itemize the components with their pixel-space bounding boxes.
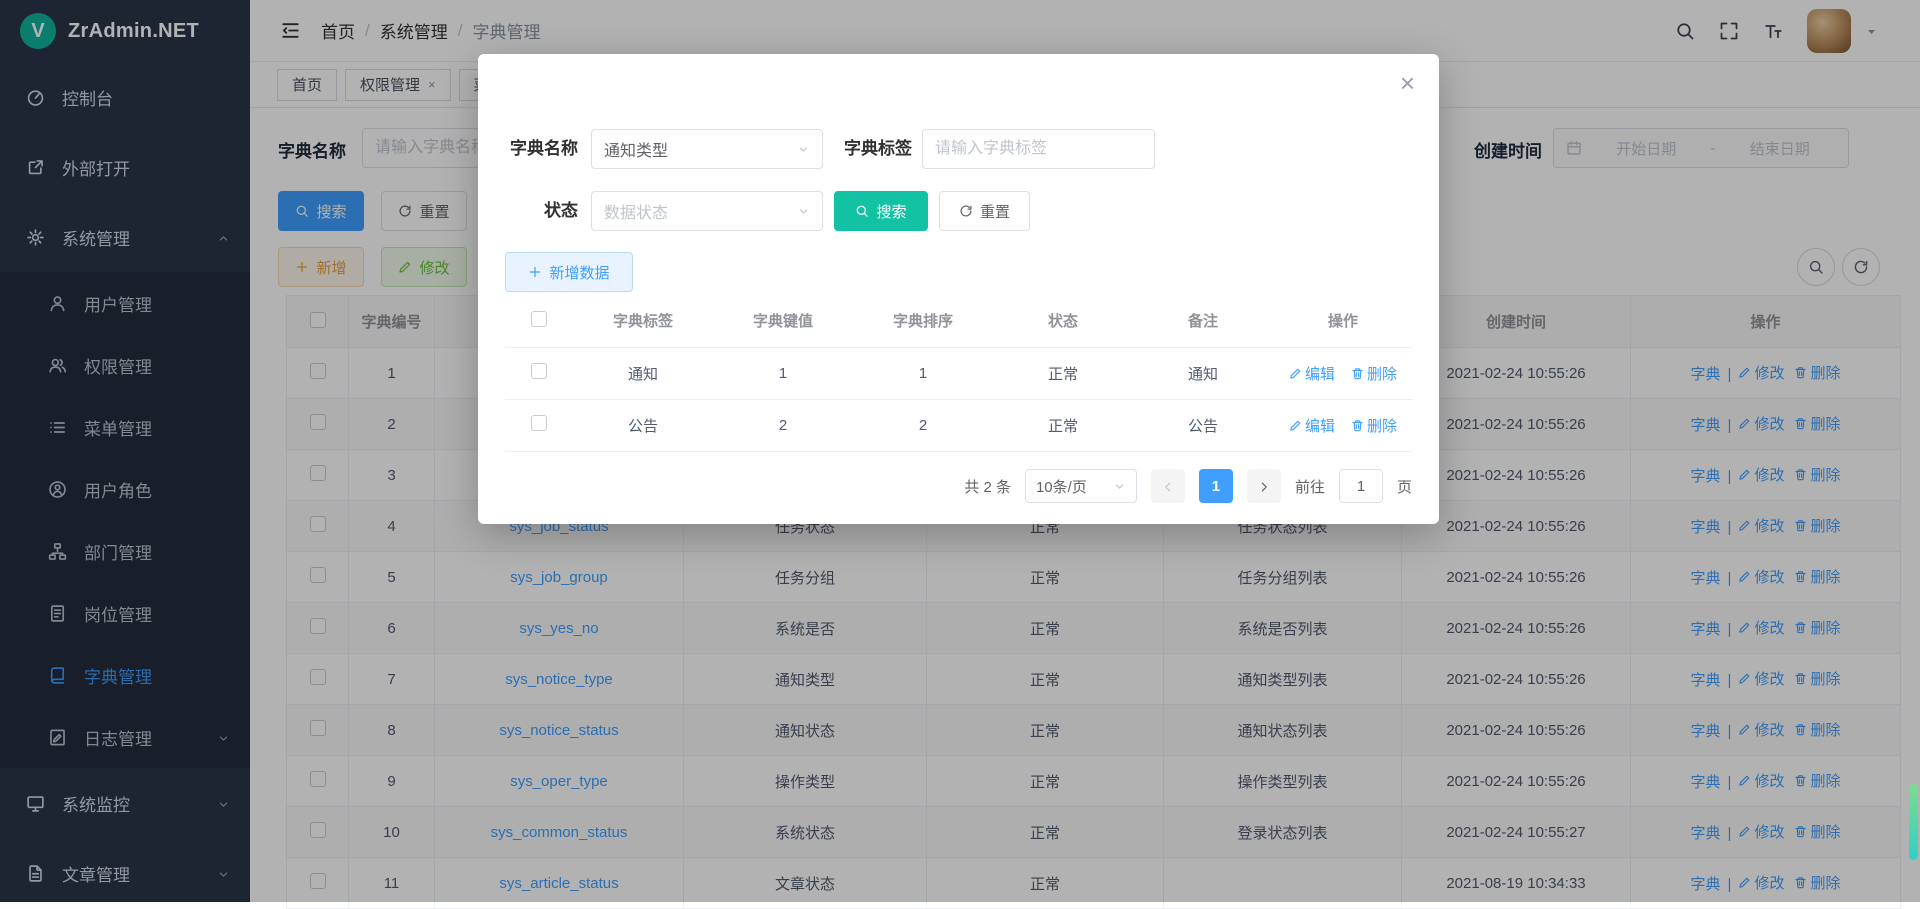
dict-data-table: 字典标签字典键值字典排序状态备注操作 通知11正常通知编辑删除公告22正常公告编… xyxy=(505,295,1413,452)
chevron-left-icon xyxy=(1161,478,1175,494)
dict-sort-cell: 1 xyxy=(853,347,993,399)
chevron-down-icon xyxy=(797,143,810,156)
table-row: 公告22正常公告编辑删除 xyxy=(505,399,1413,451)
column-header: 操作 xyxy=(1273,295,1413,347)
add-data-button[interactable]: 新增数据 xyxy=(505,252,633,292)
dict-sort-cell: 2 xyxy=(853,399,993,451)
column-header: 字典标签 xyxy=(573,295,713,347)
column-header: 字典键值 xyxy=(713,295,853,347)
modal-search-button-label: 搜索 xyxy=(876,201,906,222)
status-cell: 正常 xyxy=(993,347,1133,399)
page-unit-label: 页 xyxy=(1397,476,1412,497)
delete-link[interactable]: 删除 xyxy=(1351,415,1397,436)
modal-dict-name-label: 字典名称 xyxy=(498,129,578,169)
status-select-placeholder: 数据状态 xyxy=(604,199,668,223)
remark-cell: 通知 xyxy=(1133,347,1273,399)
dict-name-select[interactable]: 通知类型 xyxy=(591,129,823,169)
goto-label: 前往 xyxy=(1295,476,1325,497)
table-row: 通知11正常通知编辑删除 xyxy=(505,347,1413,399)
chevron-right-icon xyxy=(1257,478,1271,494)
edit-link[interactable]: 编辑 xyxy=(1289,415,1335,436)
modal-search-button[interactable]: 搜索 xyxy=(834,191,928,231)
search-icon xyxy=(855,204,869,218)
page-size-select[interactable]: 10条/页 xyxy=(1025,469,1137,503)
ops-cell: 编辑删除 xyxy=(1273,399,1413,451)
dict-data-modal: × 字典名称 通知类型 字典标签 状态 数据状态 搜索 重置 新增数据 字典标签… xyxy=(478,54,1439,524)
row-checkbox[interactable] xyxy=(531,363,547,379)
modal-reset-button-label: 重置 xyxy=(980,201,1010,222)
next-page-button[interactable] xyxy=(1247,469,1281,503)
edit-link[interactable]: 编辑 xyxy=(1289,363,1335,384)
delete-link[interactable]: 删除 xyxy=(1351,363,1397,384)
remark-cell: 公告 xyxy=(1133,399,1273,451)
page-size-value: 10条/页 xyxy=(1036,476,1087,497)
refresh-icon xyxy=(959,204,973,218)
page-1-button[interactable]: 1 xyxy=(1199,469,1233,503)
chevron-down-icon xyxy=(797,205,810,218)
modal-status-label: 状态 xyxy=(498,191,578,231)
column-header: 字典排序 xyxy=(853,295,993,347)
pagination: 共 2 条 10条/页 1 前往 页 xyxy=(505,469,1412,503)
status-cell: 正常 xyxy=(993,399,1133,451)
dict-value-cell: 2 xyxy=(713,399,853,451)
dict-label-cell: 通知 xyxy=(573,347,713,399)
column-header: 状态 xyxy=(993,295,1133,347)
table-header-row: 字典标签字典键值字典排序状态备注操作 xyxy=(505,295,1413,347)
goto-page-input[interactable] xyxy=(1339,469,1383,503)
select-all-checkbox[interactable] xyxy=(531,311,547,327)
total-count: 共 2 条 xyxy=(964,476,1011,497)
dict-label-cell: 公告 xyxy=(573,399,713,451)
column-header: 备注 xyxy=(1133,295,1273,347)
modal-reset-button[interactable]: 重置 xyxy=(939,191,1030,231)
dict-value-cell: 1 xyxy=(713,347,853,399)
scrollbar-thumb[interactable] xyxy=(1909,784,1918,860)
modal-dict-label-label: 字典标签 xyxy=(828,129,912,169)
dict-name-select-value: 通知类型 xyxy=(604,137,668,161)
close-icon[interactable]: × xyxy=(1400,70,1415,96)
status-select[interactable]: 数据状态 xyxy=(591,191,823,231)
dict-data-table-wrap: 字典标签字典键值字典排序状态备注操作 通知11正常通知编辑删除公告22正常公告编… xyxy=(505,295,1413,452)
dict-data-table-body: 通知11正常通知编辑删除公告22正常公告编辑删除 xyxy=(505,347,1413,451)
dict-data-table-head: 字典标签字典键值字典排序状态备注操作 xyxy=(505,295,1413,347)
row-checkbox[interactable] xyxy=(531,415,547,431)
dict-label-input[interactable] xyxy=(922,129,1155,169)
prev-page-button[interactable] xyxy=(1151,469,1185,503)
plus-icon xyxy=(528,265,542,279)
add-data-button-label: 新增数据 xyxy=(549,262,609,283)
chevron-down-icon xyxy=(1113,480,1126,493)
ops-cell: 编辑删除 xyxy=(1273,347,1413,399)
